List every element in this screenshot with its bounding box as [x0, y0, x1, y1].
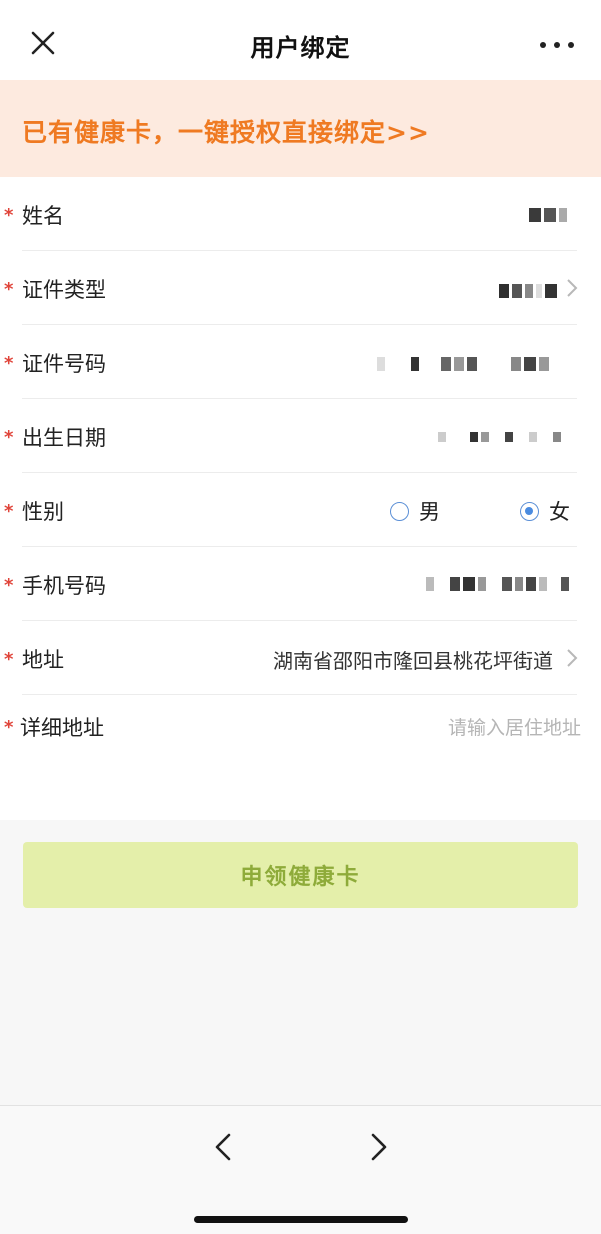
required-mark: * [4, 649, 14, 670]
required-mark: * [4, 279, 14, 300]
required-mark: * [4, 501, 14, 522]
field-label: 详细地址 [20, 716, 104, 740]
binding-form: * 姓名 * 证件类型 * 证件号码 * 出生日期 * 性别 男 女 * 手机号… [0, 177, 601, 820]
gender-label-male: 男 [419, 500, 440, 524]
address-value: 湖南省邵阳市隆回县桃花坪街道 [273, 649, 553, 673]
field-label: 手机号码 [22, 574, 106, 598]
masked-value [438, 432, 561, 442]
more-horizontal-icon[interactable] [537, 38, 577, 52]
masked-value [529, 208, 567, 222]
radio-checked-icon [520, 501, 539, 521]
detail-address-input[interactable]: 请输入居住地址 [448, 713, 581, 740]
required-mark: * [4, 205, 14, 226]
masked-value [499, 284, 557, 298]
field-label: 地址 [22, 648, 64, 672]
apply-health-card-button[interactable]: 申领健康卡 [23, 842, 578, 908]
field-phone[interactable]: * 手机号码 [0, 547, 601, 621]
field-label: 证件号码 [22, 352, 106, 376]
field-birth-date[interactable]: * 出生日期 [0, 399, 601, 473]
field-label: 姓名 [22, 204, 64, 228]
masked-value [377, 357, 549, 371]
chevron-right-icon [567, 279, 578, 297]
field-label: 证件类型 [22, 278, 106, 302]
chevron-right-icon [567, 649, 578, 667]
field-gender: * 性别 男 女 [0, 473, 601, 547]
radio-unchecked-icon [390, 501, 409, 521]
page-title: 用户绑定 [250, 34, 351, 62]
authorize-bind-banner[interactable]: 已有健康卡，一键授权直接绑定>> [0, 80, 601, 177]
field-detail-address: * 详细地址 请输入居住地址 [0, 695, 601, 785]
banner-text: 已有健康卡，一键授权直接绑定>> [22, 118, 430, 147]
chevron-left-icon[interactable] [212, 1132, 234, 1162]
user-binding-page: 用户绑定 已有健康卡，一键授权直接绑定>> * 姓名 * 证件类型 * 证件号码… [0, 0, 601, 1234]
bottom-navigation-bar [0, 1105, 601, 1234]
required-mark: * [4, 717, 14, 738]
gender-option-female[interactable]: 女 [520, 496, 570, 526]
gender-label-female: 女 [549, 500, 570, 524]
masked-value [426, 577, 569, 591]
field-address[interactable]: * 地址 湖南省邵阳市隆回县桃花坪街道 [0, 621, 601, 695]
top-bar: 用户绑定 [0, 0, 601, 80]
gender-option-male[interactable]: 男 [390, 496, 440, 526]
required-mark: * [4, 427, 14, 448]
required-mark: * [4, 353, 14, 374]
chevron-right-icon[interactable] [368, 1132, 390, 1162]
field-id-type[interactable]: * 证件类型 [0, 251, 601, 325]
field-label: 性别 [22, 500, 64, 524]
field-name[interactable]: * 姓名 [0, 177, 601, 251]
required-mark: * [4, 575, 14, 596]
field-id-number[interactable]: * 证件号码 [0, 325, 601, 399]
home-indicator [194, 1216, 408, 1223]
field-label: 出生日期 [22, 426, 106, 450]
